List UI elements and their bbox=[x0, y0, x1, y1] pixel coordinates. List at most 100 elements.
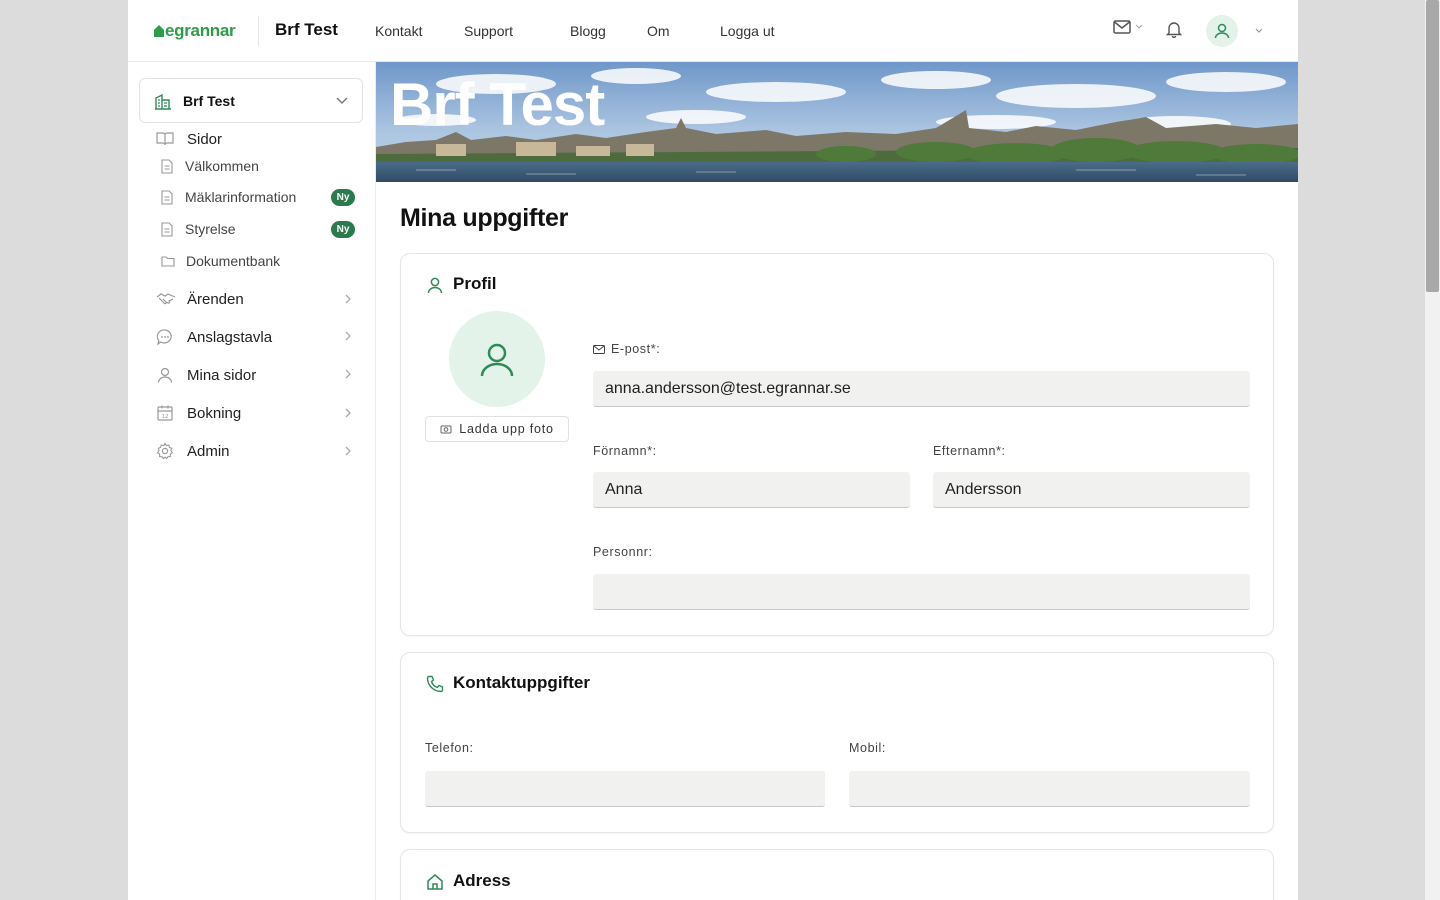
building-icon bbox=[155, 93, 171, 110]
notifications-button[interactable] bbox=[1166, 20, 1182, 38]
sidebar-item-arenden[interactable]: Ärenden bbox=[156, 287, 244, 311]
sidebar-item-admin[interactable]: Admin bbox=[156, 439, 230, 463]
phone-field[interactable] bbox=[425, 771, 825, 807]
sidebar-page-label: Styrelse bbox=[185, 221, 236, 237]
nav-support[interactable]: Support bbox=[464, 23, 513, 39]
email-label: E-post bbox=[611, 342, 651, 356]
nav-blogg[interactable]: Blogg bbox=[570, 23, 606, 39]
sidebar-page-label: Dokumentbank bbox=[186, 253, 281, 269]
folder-icon bbox=[161, 256, 175, 267]
sidebar-item-bokning[interactable]: 12 Bokning bbox=[156, 401, 241, 425]
page-scrollbar-thumb[interactable] bbox=[1426, 0, 1439, 292]
required-marker: *: bbox=[996, 444, 1006, 458]
nav-kontakt[interactable]: Kontakt bbox=[375, 23, 422, 39]
nav-om[interactable]: Om bbox=[647, 23, 670, 39]
house-logo-icon bbox=[154, 25, 164, 37]
document-icon bbox=[161, 158, 173, 174]
header-banner-image: Brf Test bbox=[376, 62, 1298, 182]
chevron-right-icon bbox=[345, 369, 351, 379]
top-header: egrannar Brf Test Kontakt Support Blogg … bbox=[128, 0, 1298, 62]
page-title: Mina uppgifter bbox=[400, 204, 569, 232]
new-badge: Ny bbox=[331, 221, 355, 238]
mail-menu-button[interactable] bbox=[1113, 20, 1144, 34]
chevron-right-icon bbox=[345, 446, 351, 456]
sidebar-item-label: Bokning bbox=[187, 404, 242, 422]
sidebar-page-label: Välkommen bbox=[185, 158, 259, 174]
user-icon bbox=[1214, 23, 1230, 39]
banner-title: Brf Test bbox=[390, 71, 605, 138]
brand-name[interactable]: Brf Test bbox=[275, 20, 338, 40]
chevron-right-icon bbox=[345, 331, 351, 341]
sidebar-page-styrelse[interactable]: Styrelse bbox=[161, 218, 236, 240]
upload-photo-label: Ladda upp foto bbox=[459, 422, 554, 436]
chevron-down-icon bbox=[1135, 24, 1143, 29]
sidebar-page-label: Mäklarinformation bbox=[185, 189, 297, 205]
document-icon bbox=[161, 189, 173, 205]
sidebar-item-label: Sidor bbox=[187, 130, 223, 148]
phone-icon bbox=[426, 675, 444, 693]
upload-photo-button[interactable]: Ladda upp foto bbox=[425, 416, 569, 442]
chevron-down-icon bbox=[336, 97, 348, 104]
email-field[interactable] bbox=[593, 371, 1250, 407]
gear-icon bbox=[156, 442, 174, 460]
document-icon bbox=[161, 221, 173, 237]
header-divider bbox=[258, 16, 259, 46]
profile-avatar bbox=[449, 311, 545, 407]
user-icon bbox=[157, 367, 173, 383]
first-name-field[interactable] bbox=[593, 472, 910, 508]
logo-text: egrannar bbox=[165, 21, 236, 40]
profile-card-title: Profil bbox=[453, 274, 497, 293]
last-name-label: Efternamn bbox=[933, 444, 997, 458]
sidebar-page-dokumentbank[interactable]: Dokumentbank bbox=[161, 250, 280, 272]
mobile-label: Mobil: bbox=[849, 741, 886, 755]
chevron-down-icon bbox=[1255, 28, 1263, 33]
required-marker: *: bbox=[647, 444, 657, 458]
sidebar-item-anslagstavla[interactable]: Anslagstavla bbox=[156, 325, 272, 349]
sidebar-item-label: Ärenden bbox=[187, 290, 244, 308]
address-card: Adress bbox=[400, 849, 1274, 900]
calendar-icon: 12 bbox=[157, 405, 173, 421]
svg-text:12: 12 bbox=[162, 414, 169, 420]
last-name-field[interactable] bbox=[933, 472, 1250, 508]
first-name-label: Förnamn bbox=[593, 444, 648, 458]
sidebar: Brf Test Sidor Välkommen Mäklarinformati… bbox=[128, 62, 376, 900]
user-icon bbox=[480, 343, 514, 377]
new-badge: Ny bbox=[331, 189, 355, 206]
contact-card: Kontaktuppgifter Telefon: Mobil: bbox=[400, 652, 1274, 833]
book-icon bbox=[156, 132, 174, 146]
sidebar-page-valkommen[interactable]: Välkommen bbox=[161, 155, 259, 177]
contact-card-title: Kontaktuppgifter bbox=[453, 673, 590, 692]
personnr-label: Personnr: bbox=[593, 545, 653, 559]
user-menu-chevron[interactable] bbox=[1254, 27, 1264, 35]
home-icon bbox=[427, 874, 443, 890]
sidebar-item-label: Anslagstavla bbox=[187, 328, 273, 346]
sidebar-item-sidor[interactable]: Sidor bbox=[156, 127, 222, 151]
address-card-title: Adress bbox=[453, 871, 511, 890]
org-selector[interactable]: Brf Test bbox=[139, 78, 363, 123]
page: egrannar Brf Test Kontakt Support Blogg … bbox=[128, 0, 1298, 900]
bell-icon bbox=[1166, 22, 1182, 38]
sidebar-item-label: Admin bbox=[187, 442, 230, 460]
handshake-icon bbox=[156, 293, 176, 305]
sidebar-item-mina-sidor[interactable]: Mina sidor bbox=[156, 363, 256, 387]
email-label-row: E-post *: bbox=[593, 342, 660, 356]
last-name-label-row: Efternamn*: bbox=[933, 444, 1006, 458]
sidebar-item-label: Mina sidor bbox=[187, 366, 257, 384]
chevron-right-icon bbox=[345, 294, 351, 304]
camera-icon bbox=[440, 425, 452, 434]
phone-label: Telefon: bbox=[425, 741, 474, 755]
mail-icon bbox=[593, 344, 605, 354]
chevron-right-icon bbox=[345, 408, 351, 418]
chat-icon bbox=[156, 329, 172, 346]
required-marker: *: bbox=[650, 342, 661, 356]
user-menu-avatar[interactable] bbox=[1206, 15, 1238, 47]
nav-logga-ut[interactable]: Logga ut bbox=[720, 23, 775, 39]
personnr-field[interactable] bbox=[593, 574, 1250, 610]
mail-icon bbox=[1113, 20, 1131, 34]
egrannar-logo[interactable]: egrannar bbox=[153, 18, 236, 44]
sidebar-page-maklarinformation[interactable]: Mäklarinformation bbox=[161, 186, 296, 208]
mobile-field[interactable] bbox=[849, 771, 1250, 807]
profile-card: Profil Ladda upp foto E-post*: Förnamn*:… bbox=[400, 253, 1274, 636]
user-icon bbox=[427, 277, 443, 294]
org-name: Brf Test bbox=[183, 93, 235, 109]
